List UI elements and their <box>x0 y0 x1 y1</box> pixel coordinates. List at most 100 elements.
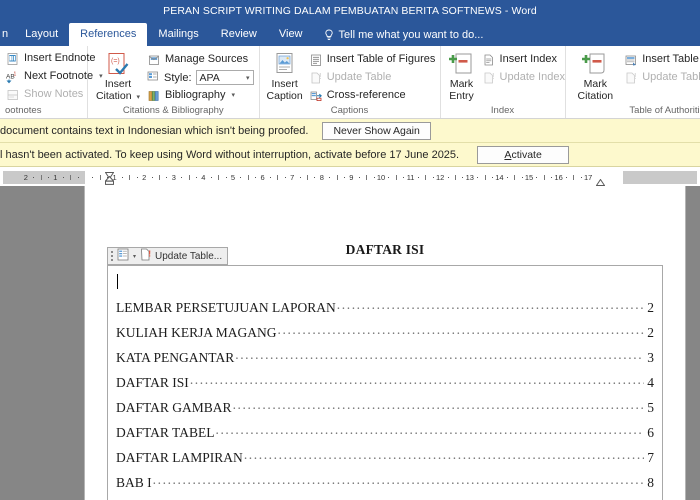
tab-view[interactable]: View <box>268 23 314 46</box>
mark-entry-button[interactable]: Mark Entry <box>446 50 478 102</box>
tell-me-label: Tell me what you want to do... <box>338 29 484 41</box>
title-bar: PERAN SCRIPT WRITING DALAM PEMBUATAN BER… <box>0 0 700 22</box>
manage-sources-button[interactable]: Manage Sources <box>146 51 254 68</box>
tab-design[interactable]: n <box>0 23 14 46</box>
ruler-minor-tick <box>329 177 331 178</box>
ribbon-group-footnotes: Insert Endnote AB1 Next Footnote ▾ Show <box>0 46 103 118</box>
update-table-smart-tag-label: Update Table... <box>155 250 223 262</box>
right-indent-marker[interactable] <box>595 177 606 186</box>
update-index-icon: ! <box>482 71 496 85</box>
bibliography-caret-icon[interactable]: ▾ <box>232 88 236 103</box>
insert-citation-button[interactable]: (=) Insert Citation ▾ <box>93 50 143 103</box>
ruler-minor-tick <box>33 177 35 178</box>
ruler-minor-tick <box>196 177 197 178</box>
tell-me-box[interactable]: Tell me what you want to do... <box>314 25 492 46</box>
insert-index-button[interactable]: Insert Index <box>481 51 568 68</box>
toc-leader-dots: ........................................… <box>336 297 645 312</box>
mark-citation-button[interactable]: Mark Citation <box>571 50 621 102</box>
ruler-tick: 5 <box>230 173 236 182</box>
mark-citation-label-line1: Mark <box>583 78 608 90</box>
ruler-minor-tick <box>336 175 338 180</box>
style-dropdown[interactable]: APA ▾ <box>195 70 254 85</box>
ruler-minor-tick <box>255 177 257 178</box>
smart-tag-chevron-down-icon[interactable]: ▾ <box>132 253 137 260</box>
insert-table-of-figures-button[interactable]: Insert Table of Figures <box>308 51 439 68</box>
update-table-icon: ! <box>309 71 323 85</box>
ruler-minor-tick <box>166 177 168 178</box>
ruler-minor-tick <box>432 177 434 178</box>
ruler-tick: 1 <box>53 173 58 182</box>
ribbon: Insert Endnote AB1 Next Footnote ▾ Show <box>0 46 700 119</box>
toc-entry[interactable]: PENDAHULUAN.............................… <box>116 495 654 500</box>
insert-table-of-figures-label: Insert Table of Figures <box>326 53 436 65</box>
ruler-minor-tick <box>188 175 190 180</box>
update-index-button: ! Update Index <box>481 69 568 86</box>
activation-message-text: l hasn't been activated. To keep using W… <box>0 148 460 161</box>
ruler-minor-tick <box>543 175 545 180</box>
ruler-minor-tick <box>122 177 123 178</box>
mark-entry-label-line1: Mark <box>449 78 474 90</box>
insert-caption-button[interactable]: Insert Caption <box>265 50 305 102</box>
tab-mailings[interactable]: Mailings <box>147 23 209 46</box>
insert-caption-label-line2: Caption <box>266 89 303 102</box>
update-table-figures-button: ! Update Table <box>308 69 439 86</box>
cross-reference-label: Cross-reference <box>326 89 406 101</box>
mark-entry-label-line2: Entry <box>449 89 474 102</box>
ruler-tick: 2 <box>23 173 28 182</box>
ruler-minor-tick <box>344 177 345 178</box>
toc-page-number: 2 <box>647 325 654 340</box>
show-notes-icon <box>6 88 20 102</box>
mark-entry-icon <box>448 51 476 79</box>
toc-page-number: 2 <box>647 300 654 315</box>
tab-layout[interactable]: Layout <box>14 23 69 46</box>
tab-review[interactable]: Review <box>210 23 268 46</box>
insert-endnote-label: Insert Endnote <box>24 52 96 64</box>
ruler-minor-tick <box>151 177 153 178</box>
table-of-contents-field[interactable]: ▾ ! Update Table... LEMBAR PERSETUJUAN L… <box>107 247 663 500</box>
ruler-minor-tick <box>580 177 582 178</box>
update-table-figures-label: Update Table <box>326 71 392 83</box>
ruler-minor-tick <box>358 177 360 178</box>
cross-reference-icon <box>309 89 323 103</box>
toc-page-number: 5 <box>647 400 654 415</box>
ruler-minor-tick <box>225 177 227 178</box>
ribbon-group-label-index: Index <box>490 105 515 116</box>
ruler-tick: 6 <box>260 173 265 182</box>
next-footnote-label: Next Footnote <box>24 70 94 82</box>
ruler-minor-tick <box>462 177 464 178</box>
ruler-minor-tick <box>484 175 486 180</box>
ruler-tick: 14 <box>495 173 504 182</box>
drag-handle-icon[interactable] <box>111 251 114 261</box>
ruler-minor-tick <box>566 177 567 178</box>
style-row: Style: APA ▾ <box>146 69 254 86</box>
mark-citation-icon <box>581 51 609 79</box>
cross-reference-button[interactable]: Cross-reference <box>308 87 439 104</box>
svg-text:!: ! <box>634 72 637 81</box>
ruler-minor-tick <box>492 177 493 178</box>
tab-references[interactable]: References <box>69 23 148 46</box>
ruler-tick: 4 <box>201 173 206 182</box>
svg-text:!: ! <box>492 72 495 81</box>
insert-table-of-figures-icon <box>309 53 323 67</box>
toc-leader-dots: ........................................… <box>277 322 645 337</box>
manage-sources-label: Manage Sources <box>165 53 249 65</box>
ruler-minor-tick <box>240 177 242 178</box>
ruler-minor-tick <box>70 175 72 180</box>
toc-leader-dots: ........................................… <box>232 397 645 412</box>
toc-page-number: 8 <box>645 495 654 500</box>
bibliography-icon <box>147 89 161 103</box>
insert-endnote-icon <box>6 52 20 66</box>
activate-button[interactable]: Activate <box>477 145 570 164</box>
ruler-minor-tick <box>270 177 271 178</box>
ruler-minor-tick <box>129 175 131 180</box>
ruler-tick: 9 <box>349 173 354 182</box>
toc-entry-text: DAFTAR TABEL <box>116 425 215 440</box>
insert-table-of-authorities-button[interactable]: Insert Table of Authorities <box>623 51 700 68</box>
toc-smart-tag[interactable]: ▾ ! Update Table... <box>107 247 229 265</box>
bibliography-button[interactable]: Bibliography ▾ <box>146 87 254 104</box>
left-indent-marker[interactable] <box>104 175 115 185</box>
ruler-minor-tick <box>77 177 79 178</box>
ruler-minor-tick <box>277 175 279 180</box>
never-show-again-button[interactable]: Never Show Again <box>322 121 431 140</box>
ruler-minor-tick <box>551 177 553 178</box>
